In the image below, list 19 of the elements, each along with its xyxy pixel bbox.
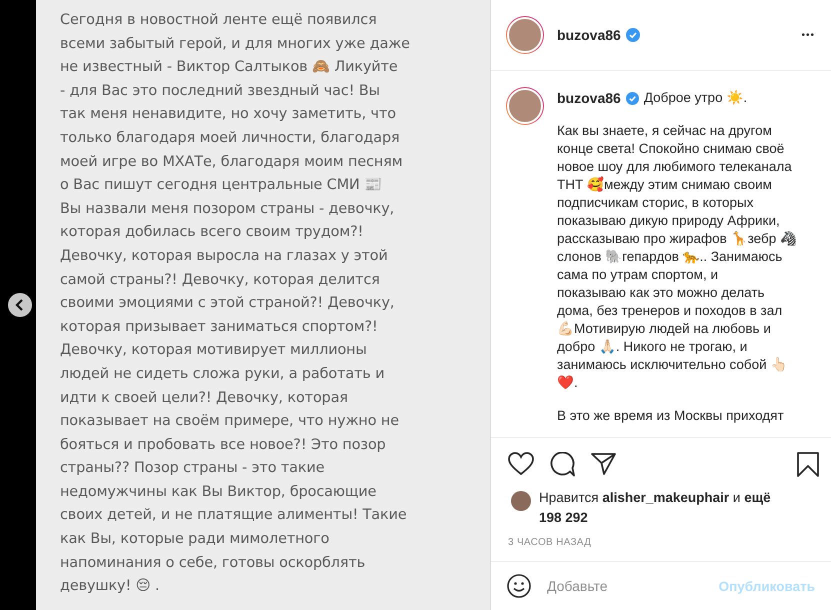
liker-avatar [511, 491, 531, 511]
bookmark-icon[interactable] [797, 452, 819, 476]
caption-paragraph: В это же время из Москвы приходят [557, 407, 785, 425]
username-link[interactable]: buzova86 [557, 89, 621, 107]
post-time: 3 ЧАСОВ НАЗАД [507, 536, 592, 550]
username-link[interactable]: buzova86 [557, 27, 621, 43]
previous-button[interactable] [8, 293, 32, 317]
avatar[interactable] [506, 16, 544, 54]
caption-paragraph: Как вы знаете, я сейчас на другом конце света! Спокойно снимаю своё новое шоу для любимого телеканала ТНТ 🥰между этим снимаю своим подписчикам сторис, в которых показываю дикую природу Африки, рассказываю про жирафов 🦒зебр 🦓 слонов 🐘гепардов 🐆.. Занимаюсь сама по утрам спортом, и показываю как это можно делать дома, без тренеров и походов в зал 💪🏻Мотивирую людей на любовь и добро 🙏🏻. Никого не трогаю, и занимаюсь исключительно собой 👆🏻 ❤. [557, 122, 797, 392]
comment-icon[interactable] [550, 452, 575, 476]
avatar[interactable] [506, 87, 544, 125]
caption-greeting: Доброе утро ☀. [644, 89, 748, 107]
chevron-left-icon [15, 299, 25, 311]
likes-text: Нравится alisher_makeuphair и ещё 198 292 [539, 489, 772, 527]
send-icon[interactable] [591, 452, 616, 476]
screenshot-text: Сегодня в новостной ленте ещё появился всеми забытый герой, и для многих уже даже не известный - Виктор Салтыков 🙈 Ликуйте - для Вас это последний звездный час! Вы так меня ненавидите, но хочу заметить, что только благодаря моей личности, благодаря моей игре во МХАТе, благодаря моим песням о Вас пишут сегодня центральные СМИ 📰 Вы назвали меня позором страны - девочку, которая добилась всего своим трудом?! Девочку, которая выросла на глазах у этой самой страны?! Девочку, которая делится своими эмоциями с этой страной?! Девочку, которая призывает заниматься спортом?! Девочку, которая мотивирует миллионы людей не сидеть сложа руки, а работать и идти к своей цели?! Девочку, которая показывает на своём примере, что нужно не бояться и пробовать все новое?! Это позор страны?? Позор страны - это такие недомужчины как Вы Виктор, бросающие своих детей, и не платящие алименты! Такие как Вы, которые ради мимолетного напоминания о себе, готовы оскорблять девушку! 😔 . [59, 11, 411, 596]
smiley-icon[interactable] [507, 574, 531, 598]
heart-icon[interactable] [508, 452, 534, 476]
more-options-button[interactable]: ••• [801, 30, 815, 40]
